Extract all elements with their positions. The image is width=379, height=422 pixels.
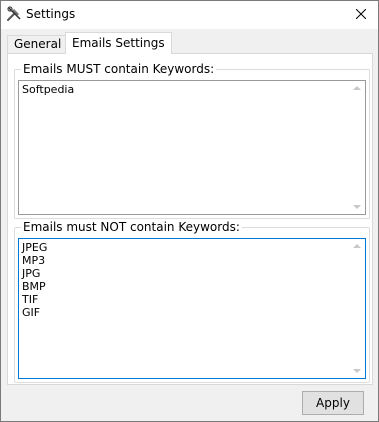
tab-emails-settings-label: Emails Settings	[72, 36, 165, 50]
apply-button[interactable]: Apply	[302, 391, 364, 415]
must-contain-keywords-textarea[interactable]: Softpedia	[18, 80, 366, 215]
keyword-line: BMP	[22, 280, 46, 293]
keyword-line: Softpedia	[22, 83, 75, 96]
vertical-scrollbar[interactable]	[349, 81, 365, 214]
must-not-contain-keywords-textarea[interactable]: JPEG MP3 JPG BMP TIF GIF	[18, 238, 366, 379]
must-contain-label: Emails MUST contain Keywords:	[21, 62, 217, 76]
emails-settings-panel: Emails MUST contain Keywords: Softpedia …	[7, 53, 373, 385]
wrench-hammer-icon	[6, 6, 22, 22]
must-contain-group: Emails MUST contain Keywords: Softpedia	[14, 62, 370, 219]
scroll-down-arrow-icon[interactable]	[353, 205, 361, 209]
vertical-scrollbar[interactable]	[349, 239, 365, 378]
scroll-down-arrow-icon[interactable]	[353, 369, 361, 373]
scroll-up-arrow-icon[interactable]	[353, 244, 361, 248]
tab-general-label: General	[14, 37, 62, 51]
keyword-line: MP3	[22, 254, 46, 267]
title-bar[interactable]: Settings	[1, 1, 378, 29]
window-title: Settings	[26, 7, 76, 21]
keyword-line: GIF	[22, 306, 41, 319]
must-not-contain-group: Emails must NOT contain Keywords: JPEG M…	[14, 220, 370, 383]
keyword-line: JPEG	[22, 241, 48, 254]
must-not-contain-label: Emails must NOT contain Keywords:	[21, 220, 242, 234]
close-button[interactable]	[344, 1, 378, 29]
keyword-line: TIF	[22, 293, 39, 306]
settings-window: Settings General Emails Settings Emails …	[0, 0, 379, 422]
tab-strip: General Emails Settings	[7, 32, 372, 54]
scroll-up-arrow-icon[interactable]	[353, 86, 361, 90]
tab-general[interactable]: General	[7, 35, 67, 53]
keyword-line: JPG	[22, 267, 41, 280]
close-icon	[355, 8, 367, 22]
tab-emails-settings[interactable]: Emails Settings	[65, 32, 172, 54]
